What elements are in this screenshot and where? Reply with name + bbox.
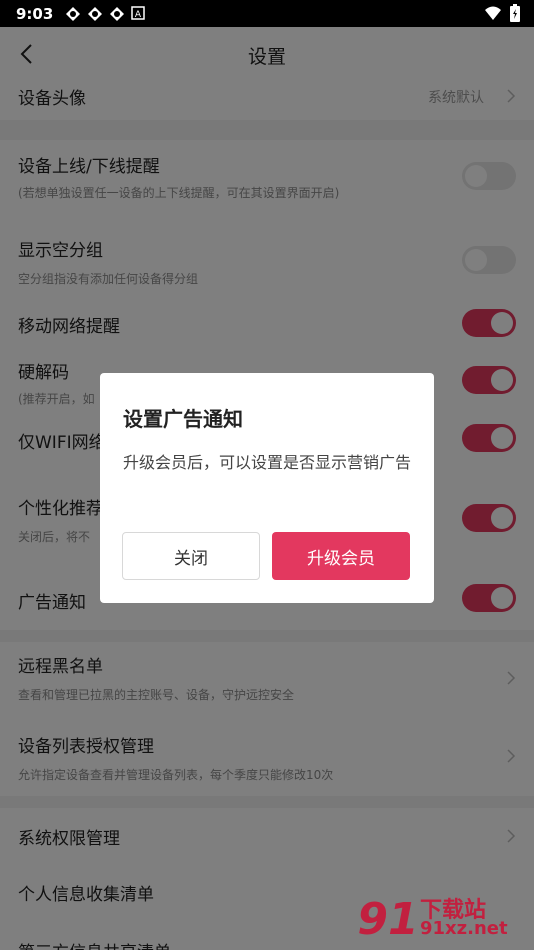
watermark: 91 下载站 91xz.net	[357, 888, 528, 948]
app-notification-icon	[65, 6, 81, 22]
watermark-logo-icon: 91	[357, 894, 418, 945]
ad-notice-dialog: 设置广告通知 升级会员后，可以设置是否显示营销广告 关闭 升级会员	[100, 373, 434, 603]
svg-text:A: A	[135, 10, 142, 20]
battery-icon	[510, 4, 520, 26]
upgrade-member-button[interactable]: 升级会员	[272, 532, 410, 580]
watermark-url: 91xz.net	[420, 918, 508, 939]
dialog-message: 升级会员后，可以设置是否显示营销广告	[123, 453, 412, 472]
close-button[interactable]: 关闭	[122, 532, 260, 580]
status-time: 9:03	[16, 4, 54, 23]
svg-text:91: 91	[358, 894, 418, 945]
wifi-icon	[484, 5, 502, 25]
app-notification-icon	[87, 6, 103, 22]
status-bar: 9:03 A	[0, 0, 534, 27]
app-notification-icon	[109, 6, 125, 22]
dialog-title: 设置广告通知	[123, 407, 243, 431]
app-a-icon: A	[131, 5, 147, 22]
